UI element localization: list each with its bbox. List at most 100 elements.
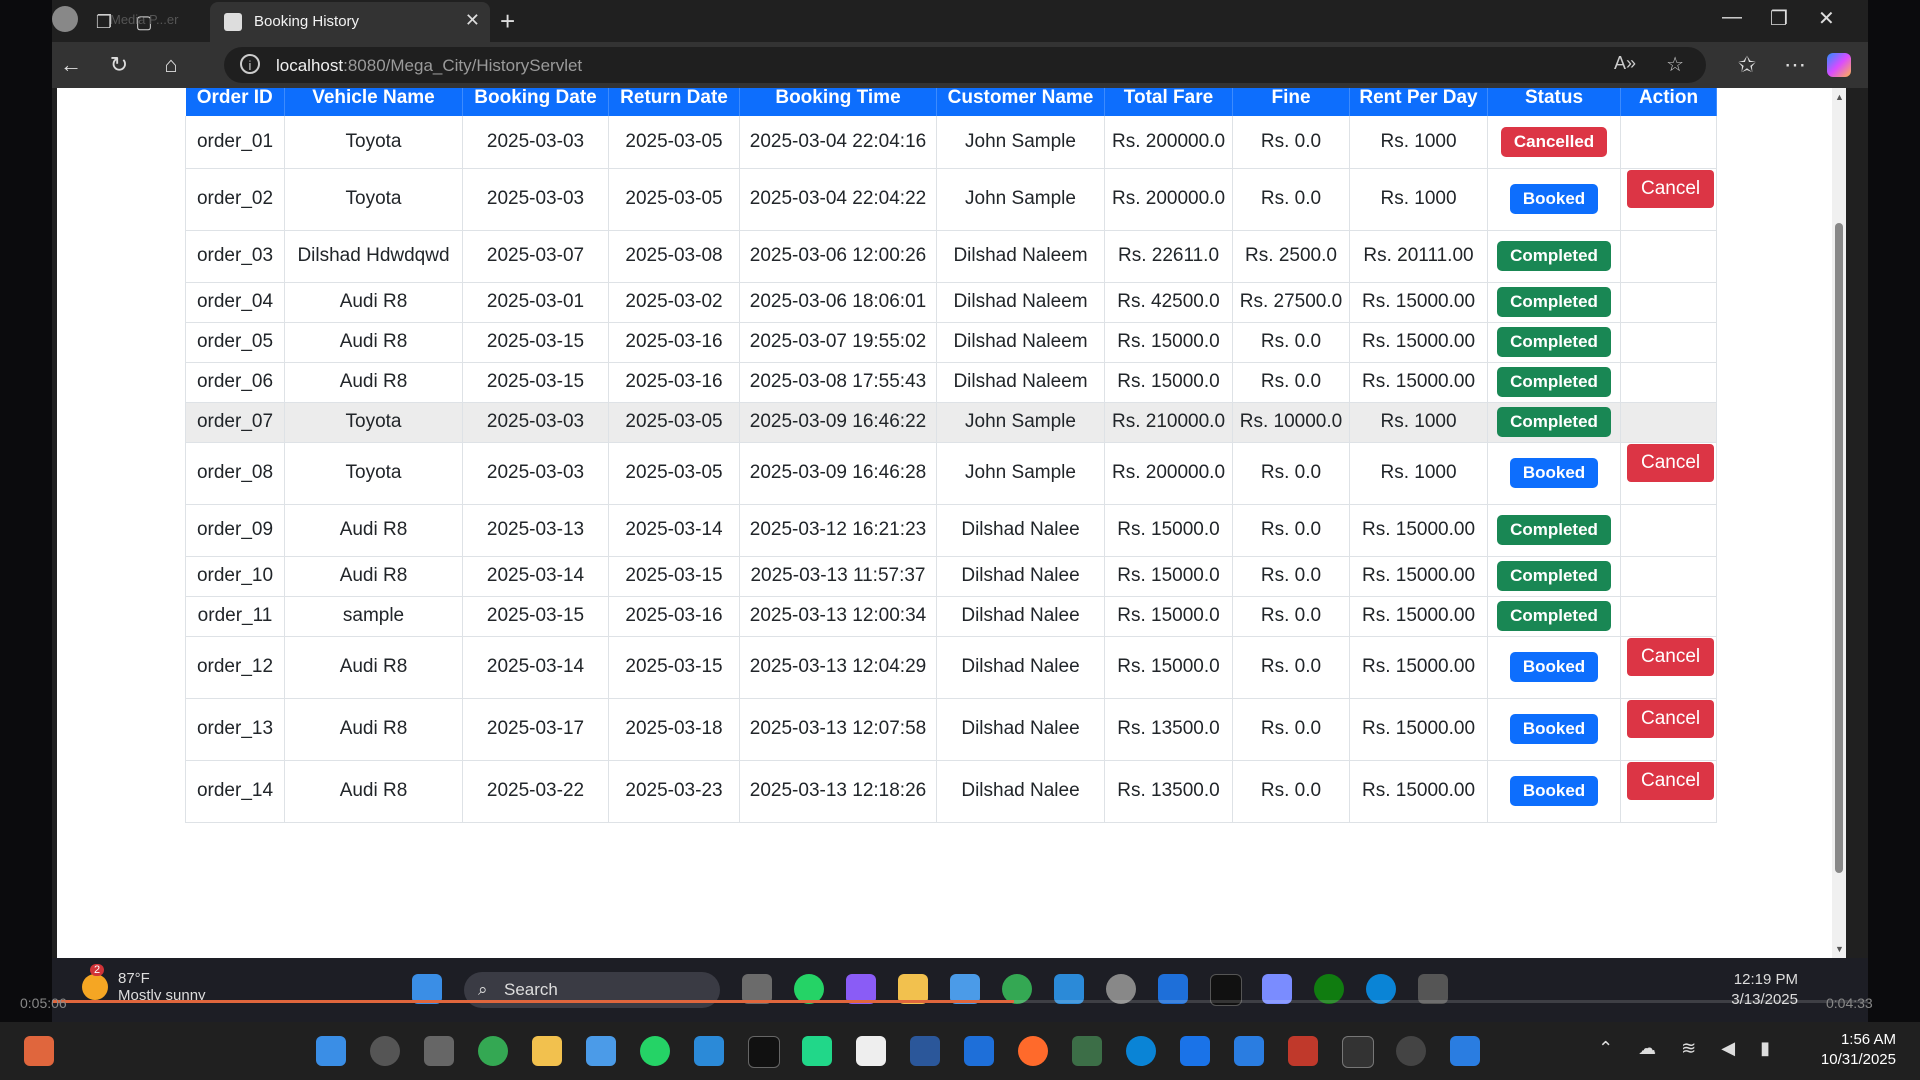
cell-return-date: 2025-03-16 [608, 596, 740, 637]
cell-rent: Rs. 15000.00 [1349, 362, 1488, 403]
close-window-icon[interactable]: ✕ [1818, 6, 1835, 31]
cell-order: order_13 [185, 698, 285, 761]
cancel-button[interactable]: Cancel [1627, 762, 1715, 800]
cell-booking-time: 2025-03-13 12:18:26 [739, 760, 937, 823]
scroll-down-icon[interactable]: ▼ [1835, 944, 1844, 954]
system-tray-icons[interactable]: ⌃ ☁ ≋ ◀ ▮ [1598, 1038, 1780, 1059]
whatsapp-icon[interactable] [640, 1036, 670, 1066]
cancel-button[interactable]: Cancel [1627, 638, 1715, 676]
cell-action: Cancel [1620, 636, 1717, 699]
cell-fine: Rs. 0.0 [1232, 698, 1350, 761]
chrome-icon[interactable] [478, 1036, 508, 1066]
recorded-taskbar: 2 87°F Mostly sunny ⌕ Search 12:19 PM 3/… [52, 958, 1868, 1022]
video-progress-bar[interactable] [52, 1000, 1868, 1003]
app-icon[interactable] [1072, 1036, 1102, 1066]
cell-rent: Rs. 1000 [1349, 168, 1488, 231]
weather-sun-icon [82, 974, 108, 1000]
cell-fare: Rs. 210000.0 [1104, 402, 1233, 443]
favorites-icon[interactable]: ✩ [1732, 50, 1762, 80]
notes-icon[interactable] [856, 1036, 886, 1066]
favorite-star-icon[interactable]: ☆ [1666, 52, 1684, 77]
task-view-icon[interactable] [424, 1036, 454, 1066]
profile-avatar[interactable] [52, 6, 80, 34]
new-tab-icon[interactable]: + [500, 6, 515, 37]
site-info-icon[interactable]: i [240, 54, 260, 74]
url-text[interactable]: localhost:8080/Mega_City/HistoryServlet [276, 56, 582, 76]
cell-booking-time: 2025-03-04 22:04:22 [739, 168, 937, 231]
terminal-icon[interactable] [1342, 1036, 1374, 1068]
tab-booking-history[interactable]: Booking History ✕ [210, 2, 490, 42]
home-icon[interactable]: ⌂ [156, 50, 186, 80]
tab-title: Booking History [254, 13, 360, 30]
cell-order: order_03 [185, 230, 285, 283]
more-menu-icon[interactable]: ⋯ [1780, 50, 1810, 80]
cell-action [1620, 596, 1717, 637]
store-icon[interactable] [586, 1036, 616, 1066]
cell-booking-date: 2025-03-15 [462, 362, 609, 403]
cell-status: Completed [1487, 230, 1621, 283]
vscode-icon[interactable] [694, 1036, 724, 1066]
cell-vehicle: Audi R8 [284, 556, 463, 597]
cancel-button[interactable]: Cancel [1627, 700, 1715, 738]
cell-booking-date: 2025-03-03 [462, 402, 609, 443]
cell-booking-time: 2025-03-08 17:55:43 [739, 362, 937, 403]
copilot-icon[interactable] [1824, 50, 1854, 80]
status-badge: Booked [1509, 714, 1599, 744]
status-badge: Completed [1497, 407, 1611, 437]
player-icon[interactable] [1396, 1036, 1426, 1066]
cancel-button[interactable]: Cancel [1627, 170, 1715, 208]
cell-action [1620, 362, 1717, 403]
search-icon[interactable] [370, 1036, 400, 1066]
app-icon[interactable] [1180, 1036, 1210, 1066]
cell-booking-time: 2025-03-13 12:07:58 [739, 698, 937, 761]
read-aloud-icon[interactable]: A» [1614, 53, 1636, 74]
cell-fine: Rs. 10000.0 [1232, 402, 1350, 443]
outlook-icon[interactable] [964, 1036, 994, 1066]
table-row: order_09 Audi R8 2025-03-13 2025-03-14 2025-… [185, 504, 1717, 557]
back-icon[interactable]: ← [56, 50, 86, 80]
status-badge: Completed [1497, 601, 1611, 631]
cell-fine: Rs. 0.0 [1232, 504, 1350, 557]
cell-return-date: 2025-03-05 [608, 402, 740, 443]
intellij-icon[interactable] [748, 1036, 780, 1068]
status-badge: Completed [1497, 515, 1611, 545]
host-taskbar: ⌃ ☁ ≋ ◀ ▮ 1:56 AM 10/31/2025 [0, 1022, 1920, 1080]
cancel-button[interactable]: Cancel [1627, 444, 1715, 482]
weather-widget[interactable]: 2 87°F Mostly sunny [82, 964, 206, 1004]
app-icon[interactable] [1450, 1036, 1480, 1066]
app-icon[interactable] [1018, 1036, 1048, 1066]
address-bar[interactable]: i localhost:8080/Mega_City/HistoryServle… [224, 47, 1706, 83]
cell-status: Completed [1487, 282, 1621, 323]
scroll-up-icon[interactable]: ▲ [1835, 92, 1844, 102]
app-icon[interactable] [1288, 1036, 1318, 1066]
pycharm-icon[interactable] [802, 1036, 832, 1066]
minimize-icon[interactable]: — [1722, 6, 1742, 29]
col-header: Booking Time [739, 88, 937, 116]
edge-icon[interactable] [1126, 1036, 1156, 1066]
restore-icon[interactable]: ❐ [1770, 6, 1788, 31]
player-app-icon[interactable] [24, 1036, 54, 1066]
close-tab-icon[interactable]: ✕ [465, 10, 480, 31]
cell-fine: Rs. 0.0 [1232, 760, 1350, 823]
weather-temp: 87°F [118, 970, 150, 987]
clock[interactable]: 1:56 AM 10/31/2025 [1821, 1030, 1896, 1070]
cell-customer: Dilshad Nalee [936, 698, 1105, 761]
cell-status: Completed [1487, 362, 1621, 403]
cell-vehicle: Audi R8 [284, 760, 463, 823]
word-icon[interactable] [910, 1036, 940, 1066]
scrollbar-thumb[interactable] [1835, 223, 1843, 873]
table-row: order_05 Audi R8 2025-03-15 2025-03-16 2025-… [185, 322, 1717, 363]
col-header: Rent Per Day [1349, 88, 1488, 116]
cell-status: Booked [1487, 760, 1621, 823]
refresh-icon[interactable]: ↻ [104, 50, 134, 80]
cell-vehicle: Audi R8 [284, 282, 463, 323]
page-favicon [224, 13, 242, 31]
cell-vehicle: Audi R8 [284, 698, 463, 761]
start-icon[interactable] [316, 1036, 346, 1066]
app-icon[interactable] [1234, 1036, 1264, 1066]
cell-customer: Dilshad Naleem [936, 230, 1105, 283]
page-scrollbar[interactable]: ▲ ▼ [1832, 88, 1846, 958]
cell-order: order_06 [185, 362, 285, 403]
cell-fare: Rs. 200000.0 [1104, 168, 1233, 231]
file-explorer-icon[interactable] [532, 1036, 562, 1066]
